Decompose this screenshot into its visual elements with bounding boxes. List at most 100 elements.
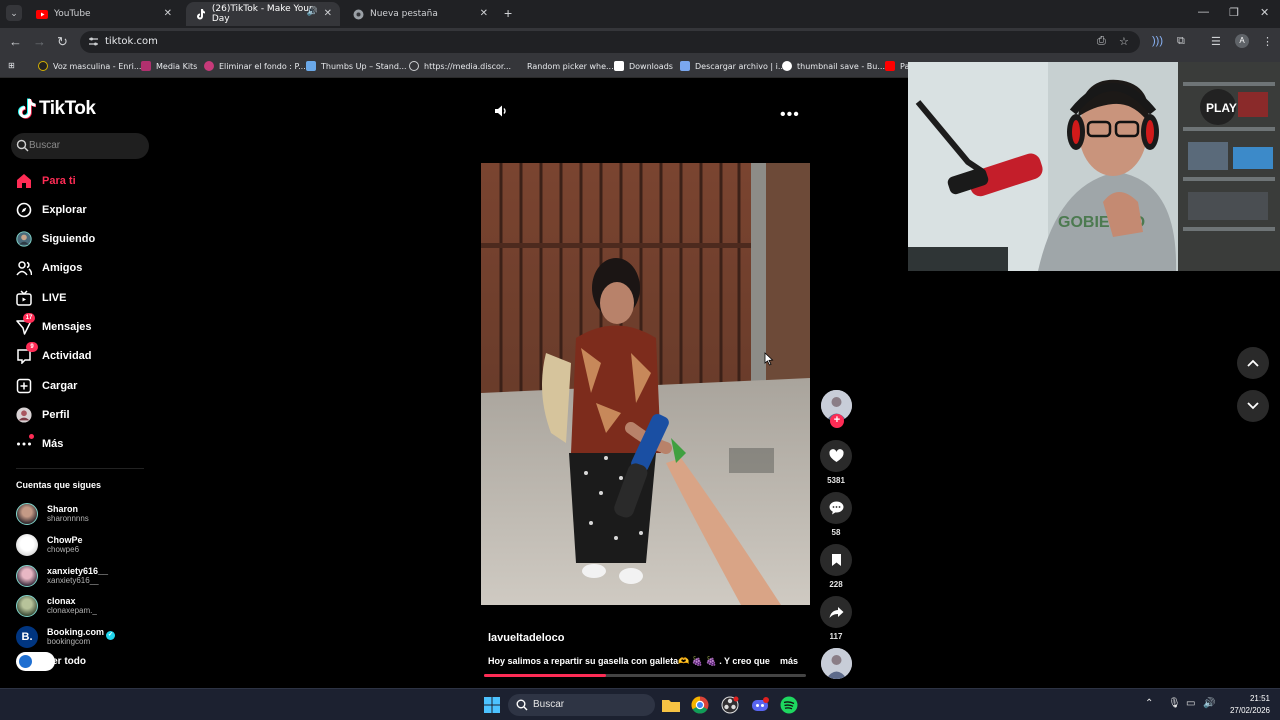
- minimize-icon[interactable]: —: [1198, 6, 1209, 18]
- network-icon[interactable]: ▭: [1186, 698, 1195, 709]
- taskbar-search[interactable]: Buscar: [508, 694, 655, 716]
- activity-icon: 9: [16, 342, 38, 364]
- extensions-icon[interactable]: ⧉: [1177, 35, 1185, 48]
- sidebar-item-explorar[interactable]: Explorar: [16, 200, 87, 220]
- tiktok-logo[interactable]: TikTok: [16, 98, 96, 120]
- live-icon: [16, 290, 32, 306]
- microphone-icon[interactable]: 🎙: [1168, 698, 1181, 709]
- webcam-image: PLAY GOBIERNO: [908, 62, 1280, 271]
- bookmark-item[interactable]: Thumbs Up – Stand...: [306, 61, 407, 71]
- menu-dots-icon[interactable]: ⋮: [1262, 35, 1273, 48]
- comment-button[interactable]: [820, 492, 852, 524]
- account-handle: clonaxepam._: [47, 606, 97, 615]
- extension-wave-icon[interactable]: ))): [1152, 35, 1163, 47]
- chrome-taskbar-icon[interactable]: [690, 695, 710, 715]
- share-button[interactable]: [820, 596, 852, 628]
- sound-avatar[interactable]: [821, 648, 852, 679]
- obs-icon[interactable]: [720, 695, 740, 715]
- video-caption: Hoy salimos a repartir su gasella con ga…: [488, 656, 770, 666]
- close-window-icon[interactable]: ✕: [1260, 6, 1269, 19]
- clock-time: 21:51: [1249, 694, 1270, 703]
- next-video-button[interactable]: [1237, 390, 1269, 422]
- spotify-icon[interactable]: [779, 695, 799, 715]
- discord-icon[interactable]: [750, 695, 770, 715]
- bookmark-item[interactable]: thumbnail save - Bu...: [782, 61, 885, 71]
- bookmark-item[interactable]: Voz masculina - Enri...: [38, 61, 141, 71]
- save-button[interactable]: [820, 544, 852, 576]
- chevron-down-icon: [1247, 402, 1259, 410]
- bookmark-item[interactable]: Downloads: [614, 61, 673, 71]
- video-player[interactable]: [481, 163, 810, 605]
- bookmark-item[interactable]: Descargar archivo | i...: [680, 61, 785, 71]
- upload-icon: [16, 378, 32, 394]
- sidebar-item-cargar[interactable]: Cargar: [16, 376, 77, 396]
- booking-logo: B.: [16, 626, 38, 648]
- bookmark-label: Random picker whe...: [527, 61, 614, 71]
- tab-new[interactable]: Nueva pestaña ✕: [344, 2, 496, 26]
- sidebar-item-actividad[interactable]: 9 Actividad: [16, 342, 92, 366]
- bookmark-item[interactable]: Pa: [885, 61, 909, 71]
- windows-start-icon[interactable]: [482, 695, 502, 715]
- verified-badge-icon: ✓: [106, 631, 116, 640]
- reload-icon[interactable]: ↻: [57, 34, 68, 50]
- forward-icon[interactable]: →: [33, 34, 46, 49]
- speaker-tray-icon[interactable]: 🔊: [1203, 698, 1215, 709]
- tab-title: Nueva pestaña: [370, 9, 438, 19]
- close-tab-icon[interactable]: ✕: [324, 8, 332, 19]
- webcam-overlay: PLAY GOBIERNO: [908, 62, 1280, 271]
- file-explorer-icon[interactable]: [661, 695, 681, 715]
- video-author[interactable]: lavueltadeloco: [488, 632, 564, 644]
- bookmark-item[interactable]: Media Kits: [141, 61, 197, 71]
- speaker-icon[interactable]: 🔊: [307, 7, 318, 17]
- tab-youtube[interactable]: YouTube ✕: [28, 2, 180, 26]
- bookmark-item[interactable]: Eliminar el fondo : P...: [204, 61, 306, 71]
- nav-label: Perfil: [42, 409, 70, 421]
- site-info-icon[interactable]: [88, 36, 99, 47]
- close-tab-icon[interactable]: ✕: [480, 8, 488, 19]
- bookmark-item[interactable]: Random picker whe...: [512, 61, 614, 71]
- caption-more-link[interactable]: más: [780, 656, 798, 666]
- tiktok-icon: [194, 8, 206, 20]
- windows-taskbar: Buscar ⌃ 🎙 ▭ 🔊 21:51 27/02/2026: [0, 688, 1280, 720]
- close-tab-icon[interactable]: ✕: [164, 8, 172, 19]
- bookmark-item[interactable]: https://media.discor...: [409, 61, 511, 71]
- search-input[interactable]: Buscar: [11, 133, 149, 159]
- sidebar-item-siguiendo[interactable]: Siguiendo: [16, 229, 95, 249]
- bookmark-star-icon[interactable]: ☆: [1119, 35, 1129, 48]
- video-progress-bar[interactable]: [484, 674, 806, 677]
- following-avatar-icon: [16, 231, 32, 247]
- address-bar[interactable]: tiktok.com: [80, 31, 1140, 53]
- tab-tiktok[interactable]: (26)TikTok - Make Your Day 🔊 ✕: [186, 2, 340, 26]
- sidebar-item-perfil[interactable]: Perfil: [16, 405, 70, 425]
- like-button[interactable]: [820, 440, 852, 472]
- profile-avatar[interactable]: A: [1235, 34, 1249, 48]
- taskbar-clock[interactable]: 21:51 27/02/2026: [1218, 693, 1270, 717]
- sidebar-item-mas[interactable]: Más: [16, 434, 63, 454]
- nav-label: Mensajes: [42, 321, 92, 333]
- follow-plus-button[interactable]: +: [830, 414, 844, 428]
- account-handle: sharonnnns: [47, 514, 89, 523]
- restore-icon[interactable]: ❐: [1229, 6, 1239, 19]
- sidebar-item-live[interactable]: LIVE: [16, 288, 66, 308]
- youtube-icon: [36, 8, 48, 20]
- bookmark-label: https://media.discor...: [424, 61, 512, 71]
- tray-expand-icon[interactable]: ⌃: [1145, 698, 1153, 709]
- sidebar-divider: [16, 468, 144, 469]
- previous-video-button[interactable]: [1237, 347, 1269, 379]
- reading-list-icon[interactable]: ☰: [1211, 35, 1221, 48]
- apps-grid-icon[interactable]: ⊞: [8, 61, 15, 70]
- see-all-following[interactable]: Ver todo: [16, 652, 96, 672]
- sidebar-item-amigos[interactable]: Amigos: [16, 258, 82, 278]
- back-icon[interactable]: ←: [9, 34, 22, 49]
- video-progress-fill: [484, 674, 607, 677]
- new-tab-button[interactable]: +: [504, 5, 512, 21]
- sidebar-item-para-ti[interactable]: Para ti: [16, 171, 76, 191]
- avatar: [16, 565, 38, 587]
- tab-search-button[interactable]: ⌄: [6, 5, 22, 21]
- more-options-icon[interactable]: •••: [780, 106, 800, 124]
- moon-icon: [38, 61, 48, 71]
- account-name-text: Booking.com: [47, 627, 105, 637]
- sidebar-item-mensajes[interactable]: 17 Mensajes: [16, 313, 92, 337]
- volume-icon[interactable]: [494, 104, 508, 123]
- install-app-icon[interactable]: ⎙: [1097, 35, 1106, 48]
